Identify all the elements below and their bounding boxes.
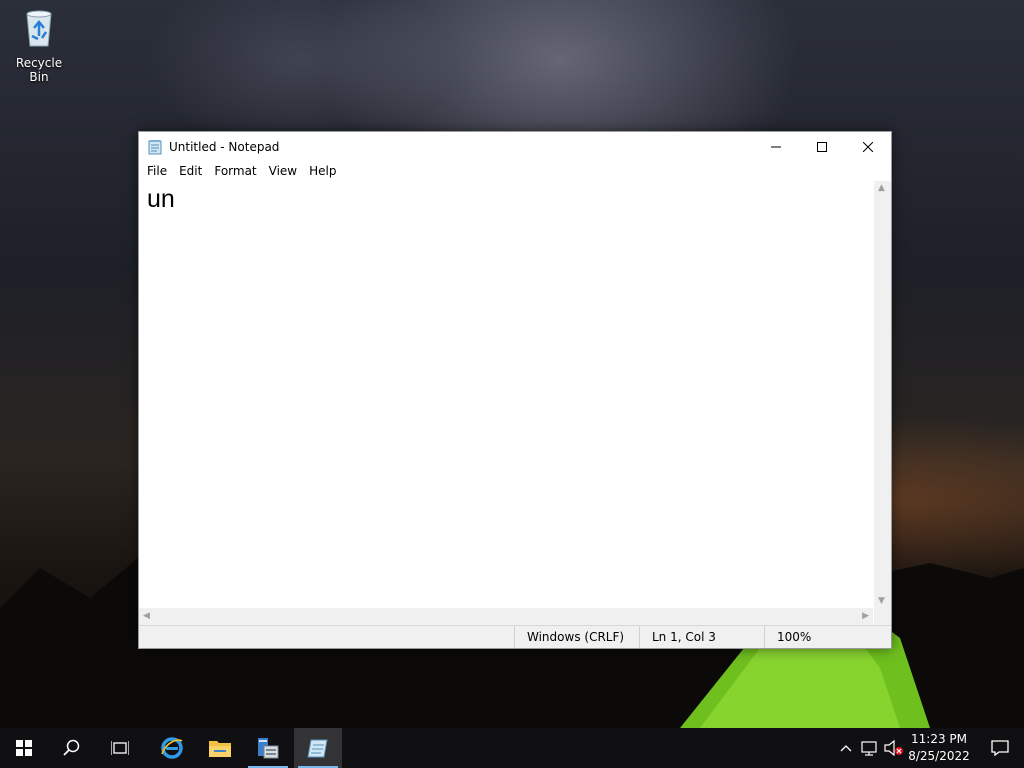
close-icon (863, 141, 873, 152)
notepad-window[interactable]: Untitled - Notepad File Edit Format View… (138, 131, 892, 649)
maximize-button[interactable] (799, 132, 845, 161)
horizontal-scrollbar[interactable]: ◀ ▶ (139, 608, 873, 625)
internet-explorer-icon (161, 737, 183, 759)
status-line-ending: Windows (CRLF) (514, 626, 639, 648)
vertical-scrollbar[interactable]: ▲ ▼ (874, 181, 891, 608)
window-title: Untitled - Notepad (169, 139, 280, 154)
menu-view[interactable]: View (263, 164, 303, 178)
show-hidden-icons-button[interactable] (834, 728, 858, 768)
clock-date: 8/25/2022 (908, 749, 970, 763)
menu-format[interactable]: Format (208, 164, 262, 178)
minimize-button[interactable] (753, 132, 799, 161)
maximize-icon (817, 141, 827, 152)
task-view-button[interactable] (96, 728, 144, 768)
status-cursor-position: Ln 1, Col 3 (639, 626, 764, 648)
volume-muted-icon (884, 740, 903, 756)
scroll-left-icon[interactable]: ◀ (143, 611, 150, 621)
taskbar-server-manager[interactable] (244, 728, 292, 768)
task-view-icon (111, 741, 129, 755)
scroll-up-icon[interactable]: ▲ (878, 183, 885, 193)
taskbar-internet-explorer[interactable] (148, 728, 196, 768)
recycle-bin-icon (17, 6, 61, 50)
taskbar-file-explorer[interactable] (196, 728, 244, 768)
taskbar-notepad[interactable] (294, 728, 342, 768)
action-center-button[interactable] (976, 728, 1024, 768)
menu-bar: File Edit Format View Help (139, 161, 891, 181)
search-icon (63, 739, 80, 756)
clock-time: 11:23 PM (911, 732, 967, 746)
status-bar: Windows (CRLF) Ln 1, Col 3 100% (139, 625, 891, 648)
network-tray-button[interactable] (858, 728, 882, 768)
editor-content: un (147, 185, 175, 213)
notepad-icon (307, 739, 328, 758)
taskbar: 11:23 PM 8/25/2022 (0, 728, 1024, 768)
desktop: Recycle Bin Untitled - Notepad File Edit… (0, 0, 1024, 768)
windows-start-icon (16, 740, 32, 756)
folder-icon (209, 741, 231, 757)
status-zoom: 100% (764, 626, 891, 648)
title-bar[interactable]: Untitled - Notepad (139, 132, 891, 161)
network-icon (861, 741, 877, 756)
chevron-up-icon (840, 745, 852, 752)
notepad-icon (147, 139, 163, 155)
search-button[interactable] (48, 728, 96, 768)
minimize-icon (771, 146, 781, 147)
volume-tray-button[interactable] (882, 728, 906, 768)
system-clock[interactable]: 11:23 PM 8/25/2022 (906, 731, 972, 765)
scroll-right-icon[interactable]: ▶ (862, 611, 869, 621)
close-button[interactable] (845, 132, 891, 161)
server-manager-icon (258, 738, 279, 759)
menu-edit[interactable]: Edit (173, 164, 208, 178)
notifications-icon (991, 740, 1009, 757)
scroll-down-icon[interactable]: ▼ (878, 596, 885, 606)
desktop-icon-label: Recycle Bin (15, 56, 63, 84)
start-button[interactable] (0, 728, 48, 768)
menu-file[interactable]: File (141, 164, 173, 178)
scrollbar-corner (874, 608, 891, 625)
desktop-icon-recycle-bin[interactable]: Recycle Bin (6, 6, 72, 84)
text-editor-area[interactable]: un (139, 181, 873, 608)
menu-help[interactable]: Help (303, 164, 342, 178)
